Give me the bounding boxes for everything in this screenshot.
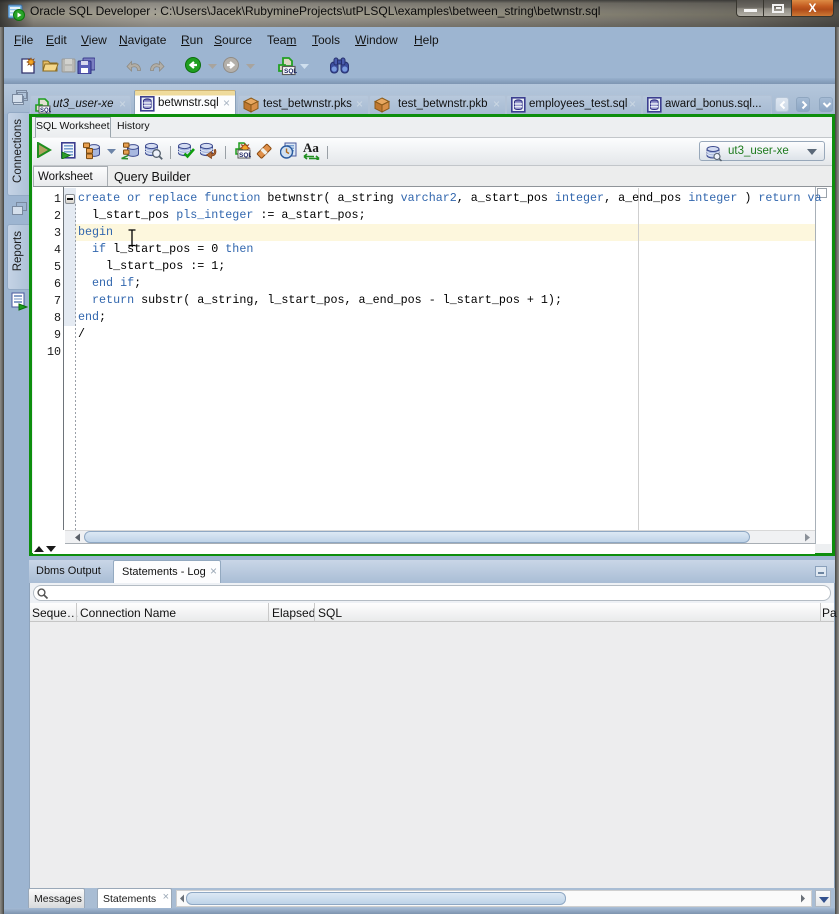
svg-text:Aa: Aa bbox=[303, 141, 319, 155]
svg-text:SQL: SQL bbox=[284, 68, 297, 75]
svg-text:SQL: SQL bbox=[239, 152, 251, 159]
